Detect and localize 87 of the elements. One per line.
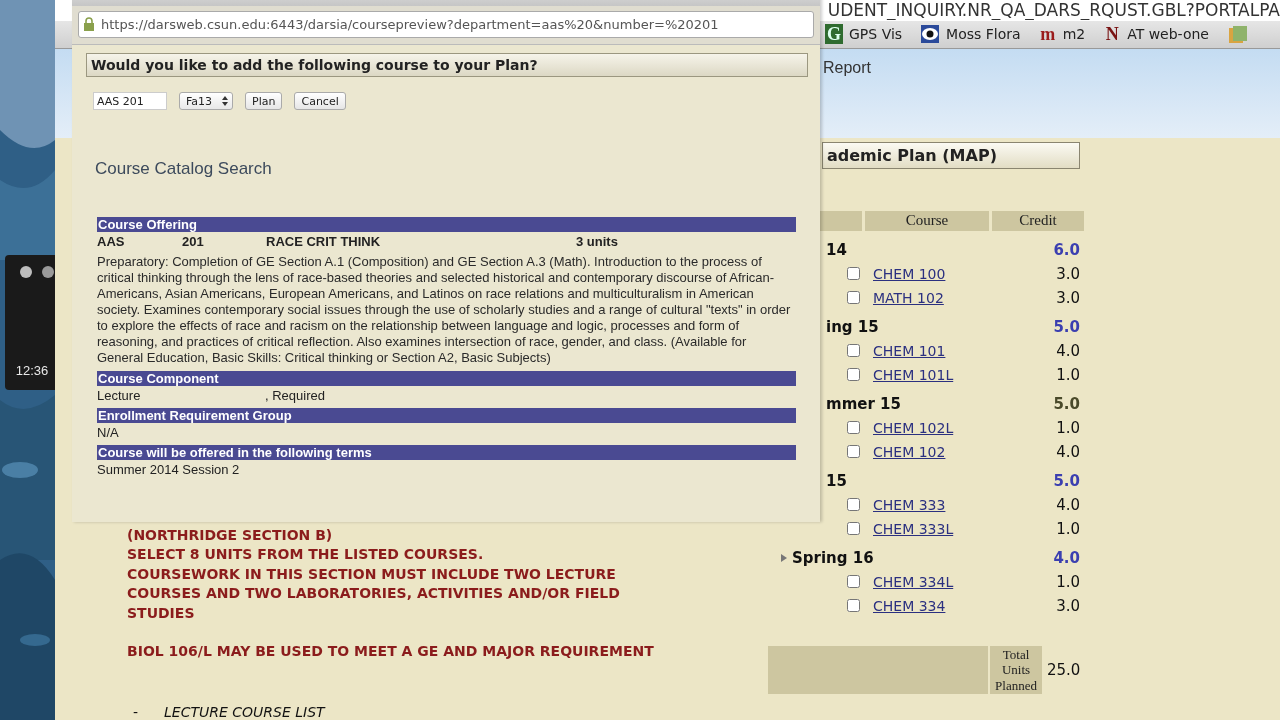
url-text: https://darsweb.csun.edu:6443/darsia/coursepreview?department=aas%20&number=%20201 xyxy=(101,17,719,32)
list-bullet: - xyxy=(133,704,139,720)
course-credit: 4.0 xyxy=(1056,342,1080,360)
term-label: Spring 16 xyxy=(792,549,874,567)
course-link[interactable]: CHEM 333 xyxy=(873,497,946,513)
updown-icon xyxy=(222,96,229,106)
course-detail: N/A xyxy=(97,425,120,440)
requirement-text: (NORTHRIDGE SECTION B) xyxy=(127,526,334,545)
checkbox[interactable] xyxy=(847,267,860,281)
dialog-button[interactable]: Plan xyxy=(245,92,283,110)
course-description: Preparatory: Completion of GE Section A.1 (Composition) and GE Section A.3 (Math). Introduction to the process of critical thinking through the lens of race-based theories and selected historical and contemporary discourse of African-Americans, Asian Americans, European Americans, and Latinos on race relations and multiculturalism in American society. Examines contemporary social issues through the use of scholarly studies and a range of cultural "texts" in order to explore the effects of race and racism on the relationship between language and logic, processes and form of reasoning, and practices of critical reflection. Also examines intersection of race, gender, and class. (Available for General Education, Basic Skills: Critical thinking or Section A2, Basic Subjects) xyxy=(97,254,792,366)
course-link[interactable]: CHEM 101 xyxy=(873,343,946,359)
bookmark-link[interactable]: GPS Vis xyxy=(849,26,903,43)
course-credit: 1.0 xyxy=(1056,520,1080,538)
logo-icon: N xyxy=(1103,24,1122,45)
checkbox[interactable] xyxy=(847,498,860,512)
course-field[interactable]: AAS 201 xyxy=(93,92,167,110)
dialog-button[interactable]: Cancel xyxy=(294,92,346,110)
term-credit: 5.0 xyxy=(1053,395,1080,413)
course-credit: 3.0 xyxy=(1056,289,1080,307)
question-banner: Would you like to add the following course to your Plan? xyxy=(86,53,808,77)
course-link[interactable]: CHEM 334L xyxy=(873,574,954,590)
course-detail: AAS xyxy=(97,234,126,249)
course-link[interactable]: CHEM 334 xyxy=(873,598,946,614)
checkbox[interactable] xyxy=(847,291,860,305)
course-detail: 3 units xyxy=(576,234,619,249)
course-link[interactable]: CHEM 101L xyxy=(873,367,954,383)
course-credit: 3.0 xyxy=(1056,265,1080,283)
requirement-text: SELECT 8 UNITS FROM THE LISTED COURSES. xyxy=(127,545,485,565)
course-link[interactable]: CHEM 100 xyxy=(873,266,946,282)
course-link[interactable]: MATH 102 xyxy=(873,290,944,306)
logo-icon: m xyxy=(1038,24,1057,45)
term-credit: 4.0 xyxy=(1053,549,1080,567)
term-label: ing 15 xyxy=(826,318,879,336)
course-credit: 3.0 xyxy=(1056,597,1080,615)
term-label: mmer 15 xyxy=(826,395,901,413)
bookmark-link[interactable]: m2 xyxy=(1062,26,1086,43)
course-detail: Summer 2014 Session 2 xyxy=(97,462,241,477)
column-header: Course xyxy=(865,211,989,231)
requirement-note: BIOL 106/L MAY BE USED TO MEET A GE AND MAJOR REQUIREMENT xyxy=(127,642,655,662)
bookmark-link[interactable]: AT web-one xyxy=(1127,26,1209,43)
course-link[interactable]: CHEM 102L xyxy=(873,420,954,436)
dot-icon xyxy=(41,265,55,279)
folder-icon xyxy=(1227,24,1249,45)
total-label: Total Units Planned xyxy=(990,646,1042,694)
course-credit: 4.0 xyxy=(1056,496,1080,514)
checkbox[interactable] xyxy=(847,599,860,613)
section-header: Course Component xyxy=(97,371,796,386)
clock-time: 12:36 xyxy=(15,363,49,378)
term-credit: 5.0 xyxy=(1053,472,1080,490)
logo-icon: G xyxy=(825,24,843,45)
term-credit: 6.0 xyxy=(1053,241,1080,259)
bookmark-link[interactable]: Moss Flora xyxy=(946,26,1021,43)
checkbox[interactable] xyxy=(847,368,860,382)
dot-icon xyxy=(19,265,33,279)
course-detail: 201 xyxy=(182,234,205,249)
course-detail: , Required xyxy=(265,388,326,403)
menu-item[interactable]: Report xyxy=(823,59,872,78)
course-link[interactable]: CHEM 333L xyxy=(873,521,954,537)
checkbox[interactable] xyxy=(847,575,860,589)
course-credit: 1.0 xyxy=(1056,573,1080,591)
url-field[interactable]: https://darsweb.csun.edu:6443/darsia/coursepreview?department=aas%20&number=%20201 xyxy=(78,11,814,38)
total-value: 25.0 xyxy=(1047,661,1081,679)
eye-icon xyxy=(920,24,941,45)
section-header: Course will be offered in the following terms xyxy=(97,445,796,460)
course-link[interactable]: CHEM 102 xyxy=(873,444,946,460)
section-header: Enrollment Requirement Group xyxy=(97,408,796,423)
course-detail: Lecture xyxy=(97,388,142,403)
column-header: Credit xyxy=(992,211,1084,231)
section-header: Course Offering xyxy=(97,217,796,232)
course-credit: 1.0 xyxy=(1056,419,1080,437)
term-credit: 5.0 xyxy=(1053,318,1080,336)
course-credit: 1.0 xyxy=(1056,366,1080,384)
checkbox[interactable] xyxy=(847,344,860,358)
course-credit: 4.0 xyxy=(1056,443,1080,461)
catalog-heading: Course Catalog Search xyxy=(95,159,273,179)
checkbox[interactable] xyxy=(847,522,860,536)
term-label: 14 xyxy=(826,241,847,259)
list-heading: LECTURE COURSE LIST xyxy=(164,704,325,720)
checkbox[interactable] xyxy=(847,421,860,435)
lock-icon xyxy=(83,17,95,32)
course-detail: RACE CRIT THINK xyxy=(266,234,382,249)
term-label: 15 xyxy=(826,472,847,490)
plan-header[interactable]: ademic Plan (MAP) xyxy=(822,142,1080,169)
checkbox[interactable] xyxy=(847,445,860,459)
requirement-text: COURSEWORK IN THIS SECTION MUST INCLUDE TWO LECTURE COURSES AND TWO LABORATORIES, ACTIVITIES AND/OR FIELD STUDIES xyxy=(127,565,621,623)
term-select[interactable]: Fa13 xyxy=(179,92,234,110)
